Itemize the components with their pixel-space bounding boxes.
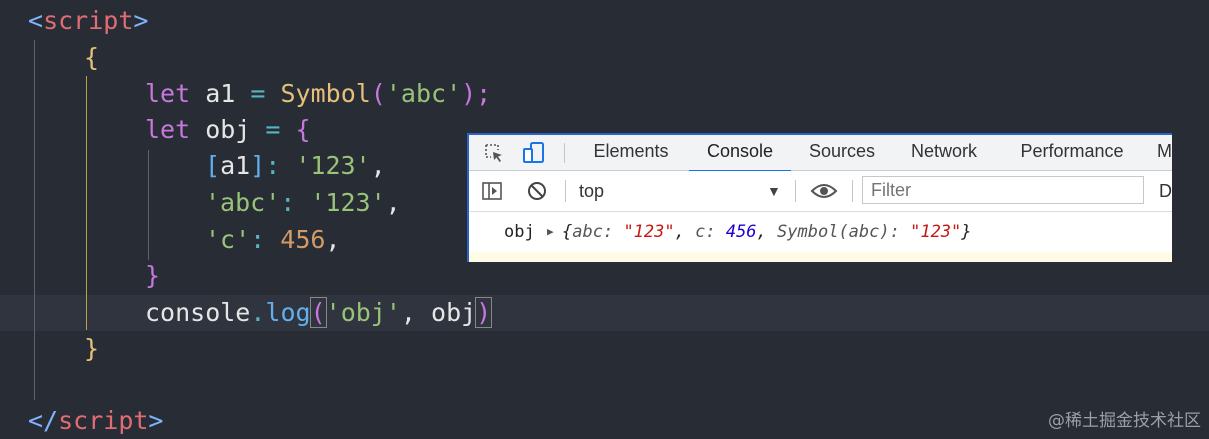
tab-clipped[interactable]: M — [1157, 135, 1172, 170]
toolbar-separator — [565, 180, 566, 202]
code-token: < — [28, 6, 44, 35]
code-token: obj — [431, 298, 477, 327]
code-token: '123' — [295, 151, 371, 180]
code-token: { — [295, 115, 311, 144]
object-key: c: — [695, 222, 726, 242]
inspect-element-icon[interactable] — [481, 140, 507, 166]
code-token: { — [84, 43, 100, 72]
object-value: 456 — [725, 222, 757, 242]
watermark: @稀土掘金技术社区 — [1048, 411, 1201, 431]
object-value: "123" — [623, 222, 675, 242]
code-token: Symbol — [280, 79, 371, 108]
code-token: let — [145, 115, 206, 144]
code-token: } — [145, 261, 161, 290]
toolbar-separator — [852, 180, 853, 202]
code-token: = — [250, 115, 296, 144]
code-line[interactable]: console.log('obj', obj) — [145, 295, 493, 331]
code-line[interactable]: { — [84, 40, 99, 76]
block-indent-guide — [86, 76, 87, 330]
code-token: , — [325, 225, 341, 254]
code-token: , — [385, 188, 401, 217]
log-object-preview[interactable]: {abc: "123", c: 456, Symbol(abc): "123"} — [562, 214, 972, 250]
code-token: a1 — [220, 151, 251, 180]
code-line[interactable]: 'abc': '123', — [205, 185, 401, 221]
code-token: 'obj' — [325, 298, 401, 327]
object-separator: , — [674, 222, 696, 242]
tab-separator — [564, 143, 565, 163]
code-line[interactable]: } — [145, 258, 160, 294]
code-token: ] — [250, 151, 266, 180]
toolbar-clipped[interactable]: D — [1159, 171, 1172, 211]
code-token: = — [235, 79, 281, 108]
devtools-panel[interactable]: Elements Console Sources Network Perform… — [467, 133, 1172, 262]
code-token: [ — [205, 151, 221, 180]
sidebar-toggle-icon[interactable] — [479, 178, 505, 204]
code-token: : — [250, 225, 281, 254]
object-separator: , — [756, 222, 778, 242]
toolbar-separator — [795, 180, 796, 202]
code-token: obj — [205, 115, 251, 144]
code-token: ( — [309, 297, 327, 328]
filter-input[interactable] — [862, 176, 1144, 204]
code-line[interactable]: } — [84, 331, 99, 367]
device-toolbar-icon[interactable] — [521, 140, 547, 166]
code-token: ) — [475, 297, 493, 328]
indent-guide — [34, 40, 35, 400]
code-token: > — [133, 6, 149, 35]
code-token: . — [250, 298, 266, 327]
code-token: : — [280, 188, 311, 217]
console-toolbar: top ▼ D — [469, 171, 1172, 212]
context-dropdown-arrow[interactable]: ▼ — [767, 171, 781, 211]
code-token: 456 — [280, 225, 326, 254]
code-token: '123' — [310, 188, 386, 217]
console-log-entry[interactable]: obj ▶ {abc: "123", c: 456, Symbol(abc): … — [469, 214, 1172, 250]
object-key: Symbol(abc): — [777, 222, 911, 242]
code-token: : — [265, 151, 296, 180]
object-close-brace: } — [961, 222, 972, 242]
code-token: </ — [28, 406, 59, 435]
object-open-brace: { — [562, 222, 573, 242]
code-line[interactable]: let a1 = Symbol('abc'); — [145, 76, 491, 112]
expand-triangle-icon[interactable]: ▶ — [547, 214, 554, 250]
object-key: abc: — [572, 222, 624, 242]
code-token: 'abc' — [385, 79, 462, 108]
code-token: log — [265, 298, 311, 327]
object-value: "123" — [910, 222, 962, 242]
log-label: obj — [504, 222, 535, 242]
context-selector[interactable]: top — [579, 171, 604, 211]
code-token: ( — [370, 79, 386, 108]
code-token: , — [400, 298, 432, 327]
code-token: script — [58, 406, 149, 435]
code-token: , — [370, 151, 386, 180]
eye-icon[interactable] — [809, 178, 839, 204]
code-token: a1 — [205, 79, 236, 108]
code-token: 'c' — [205, 225, 251, 254]
code-token: ); — [461, 79, 492, 108]
object-indent-guide — [148, 150, 149, 260]
code-token: } — [84, 334, 100, 363]
devtools-tab-bar: Elements Console Sources Network Perform… — [469, 135, 1172, 172]
code-token: console — [145, 298, 251, 327]
tab-elements[interactable]: Elements — [581, 135, 681, 170]
tab-performance[interactable]: Performance — [1009, 135, 1135, 170]
code-token: 'abc' — [205, 188, 281, 217]
clear-console-icon[interactable] — [524, 178, 550, 204]
code-line[interactable]: </script> — [28, 403, 163, 439]
tab-sources[interactable]: Sources — [799, 135, 885, 170]
code-token: > — [148, 406, 164, 435]
code-line[interactable]: [a1]: '123', — [205, 148, 386, 184]
tab-console[interactable]: Console — [689, 135, 791, 172]
code-line[interactable]: <script> — [28, 3, 148, 39]
next-log-entry-clipped — [469, 252, 1172, 262]
tab-network[interactable]: Network — [899, 135, 989, 170]
code-line[interactable]: 'c': 456, — [205, 222, 340, 258]
code-line[interactable]: let obj = { — [145, 112, 311, 148]
code-token: let — [145, 79, 206, 108]
code-token: script — [43, 6, 134, 35]
